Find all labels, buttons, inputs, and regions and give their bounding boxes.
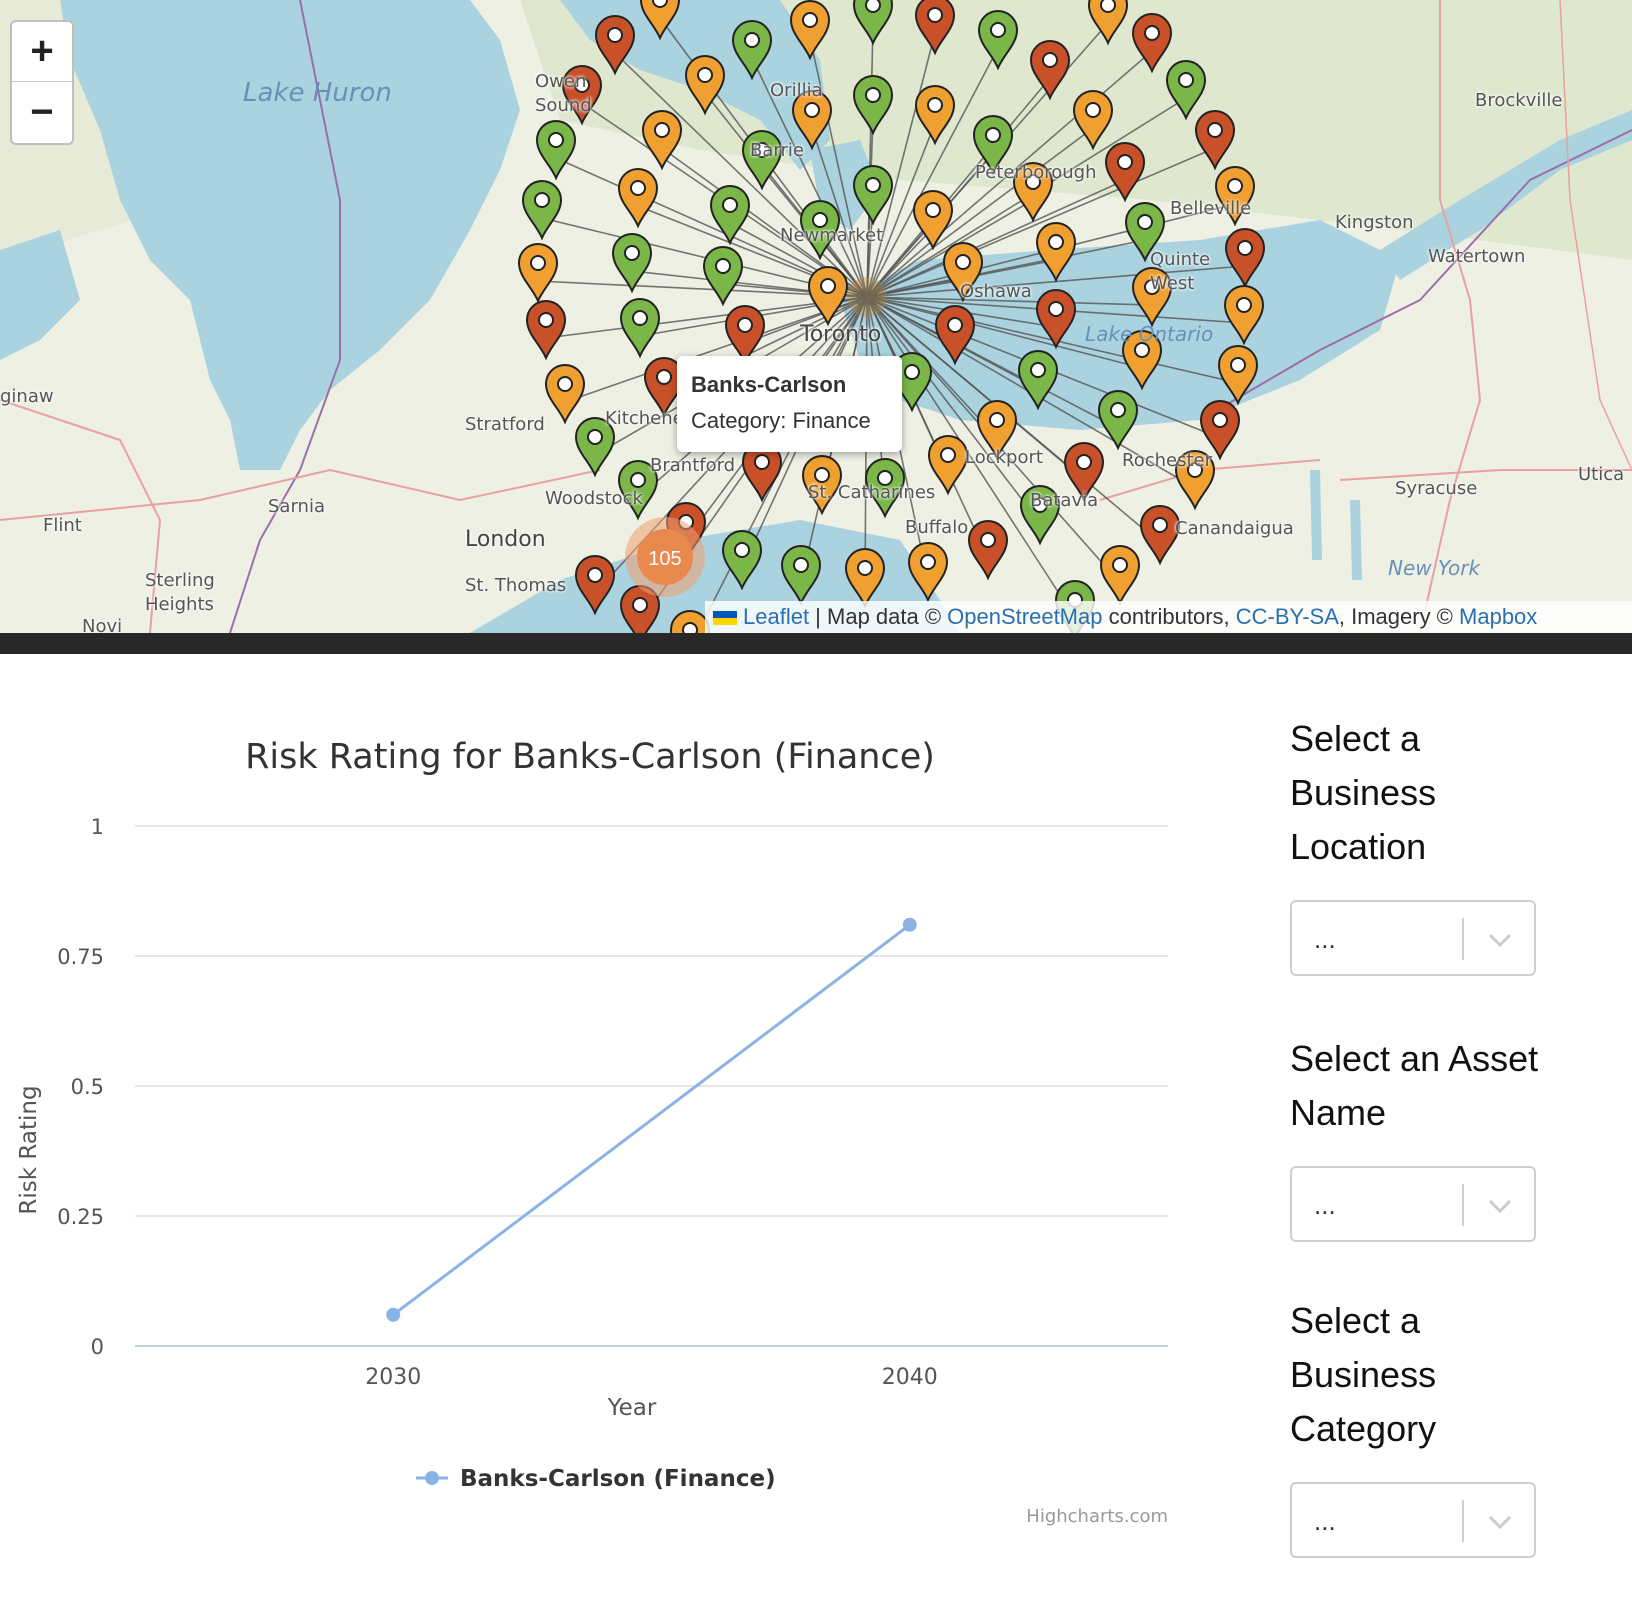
select-value-asset: ... [1314,1190,1336,1220]
label-lake-ontario: Lake Ontario [1085,322,1214,346]
label-toronto: Toronto [800,322,882,347]
chart-credits[interactable]: Highcharts.com [1026,1506,1168,1527]
label-stratford: Stratford [465,414,545,435]
center-cluster[interactable]: 92 [847,277,887,317]
label-brockville: Brockville [1475,90,1563,111]
label-sterling-heights: Sterling Heights [145,570,215,615]
x-axis-label: Year [607,1395,657,1421]
label-new-york: New York [1388,556,1481,580]
y-tick-label: 0 [91,1335,104,1359]
series-line[interactable] [392,923,911,1316]
popup-category: Category: Finance [691,408,871,433]
label-oshawa: Oshawa [960,281,1032,302]
chevron-down-icon [1488,933,1512,948]
select-separator [1462,1184,1464,1226]
legend-marker [425,1471,439,1485]
attribution-text-2: contributors, [1102,604,1236,629]
label-lake-huron: Lake Huron [243,78,392,108]
chart-x-ticks: 2030 2040 [365,1365,938,1390]
label-batavia: Batavia [1030,490,1099,511]
risk-chart: Risk Rating for Banks-Carlson (Finance) … [0,680,1200,1560]
popup-title: Banks-Carlson [691,372,847,397]
attribution-text-3: , Imagery © [1338,604,1460,629]
label-brantford: Brantford [650,455,736,476]
label-canandaigua: Canandaigua [1175,518,1294,539]
filter-label-asset: Select an Asset Name [1290,1038,1539,1133]
legend-series-name: Banks-Carlson (Finance) [460,1466,776,1492]
select-value-category: ... [1314,1506,1336,1536]
zoom-in-button[interactable]: + [12,22,72,82]
label-orillia: Orillia [770,80,823,101]
attribution-text-1: | Map data © [809,604,948,629]
cc-by-sa-link[interactable]: CC-BY-SA [1236,604,1339,629]
select-separator [1462,1500,1464,1542]
ukraine-flag-icon [713,611,737,625]
label-london: London [465,527,546,552]
business-category-select[interactable]: ... [1290,1482,1536,1558]
label-kingston: Kingston [1335,212,1414,233]
label-barrie: Barrie [750,140,804,161]
asset-name-select[interactable]: ... [1290,1166,1536,1242]
label-st-thomas: St. Thomas [465,575,567,596]
label-buffalo: Buffalo [905,517,969,538]
label-utica: Utica [1578,464,1625,485]
filter-label-category: Select a Business Category [1290,1300,1437,1449]
y-tick-label: 0.25 [57,1205,104,1229]
filter-asset-name: Select an Asset Name ... [1290,1032,1570,1242]
y-axis-label: Risk Rating [16,1085,42,1214]
label-st-catharines: St. Catharines [808,482,936,503]
label-woodstock: Woodstock [545,488,643,509]
zoom-control: + − [10,20,74,145]
label-rochester: Rochester [1122,450,1212,471]
map-attribution: Leaflet | Map data © OpenStreetMap contr… [705,601,1632,633]
label-saginaw: ginaw [0,386,54,407]
marker-popup: Banks-Carlson Category: Finance [677,356,902,452]
label-quinte-west: Quinte West [1150,249,1211,294]
data-point[interactable] [902,917,917,932]
chart-title: Risk Rating for Banks-Carlson (Finance) [245,737,935,777]
chart-legend[interactable]: Banks-Carlson (Finance) [416,1466,776,1492]
select-value-location: ... [1314,924,1336,954]
select-separator [1462,918,1464,960]
chevron-down-icon [1488,1515,1512,1530]
label-newmarket: Newmarket [780,225,884,246]
chart-gridlines [135,825,1168,1347]
y-tick-label: 0.5 [71,1075,104,1099]
x-tick-label: 2040 [882,1365,938,1390]
label-peterborough: Peterborough [975,162,1097,183]
filter-business-location: Select a Business Location ... [1290,712,1570,976]
map[interactable]: 92 105 Lake Huron Owen Sound Orillia Bar… [0,0,1632,633]
x-tick-label: 2030 [365,1365,421,1390]
cluster-105-count: 105 [648,548,681,570]
chart-svg: Risk Rating for Banks-Carlson (Finance) … [16,737,1168,1527]
label-flint: Flint [43,515,82,536]
label-owen-sound: Owen Sound [535,71,592,116]
chart-y-ticks: 0 0.25 0.5 0.75 1 [57,815,104,1359]
y-tick-label: 0.75 [57,945,104,969]
label-syracuse: Syracuse [1395,478,1478,499]
business-location-select[interactable]: ... [1290,900,1536,976]
leaflet-link[interactable]: Leaflet [743,604,809,629]
filter-label-location: Select a Business Location [1290,718,1437,867]
openstreetmap-link[interactable]: OpenStreetMap [947,604,1102,629]
label-belleville: Belleville [1170,198,1252,219]
filter-business-category: Select a Business Category ... [1290,1294,1570,1558]
cluster-105[interactable]: 105 [625,517,705,597]
center-cluster-count: 92 [856,288,878,310]
label-novi: Novi [82,616,123,633]
section-divider [0,633,1632,654]
chart-series [386,917,917,1322]
mapbox-link[interactable]: Mapbox [1459,604,1537,629]
zoom-out-button[interactable]: − [12,82,72,142]
label-watertown: Watertown [1428,246,1526,267]
label-sarnia: Sarnia [268,496,325,517]
label-lockport: Lockport [965,447,1043,468]
chevron-down-icon [1488,1199,1512,1214]
data-point[interactable] [386,1307,401,1322]
y-tick-label: 1 [91,815,104,839]
